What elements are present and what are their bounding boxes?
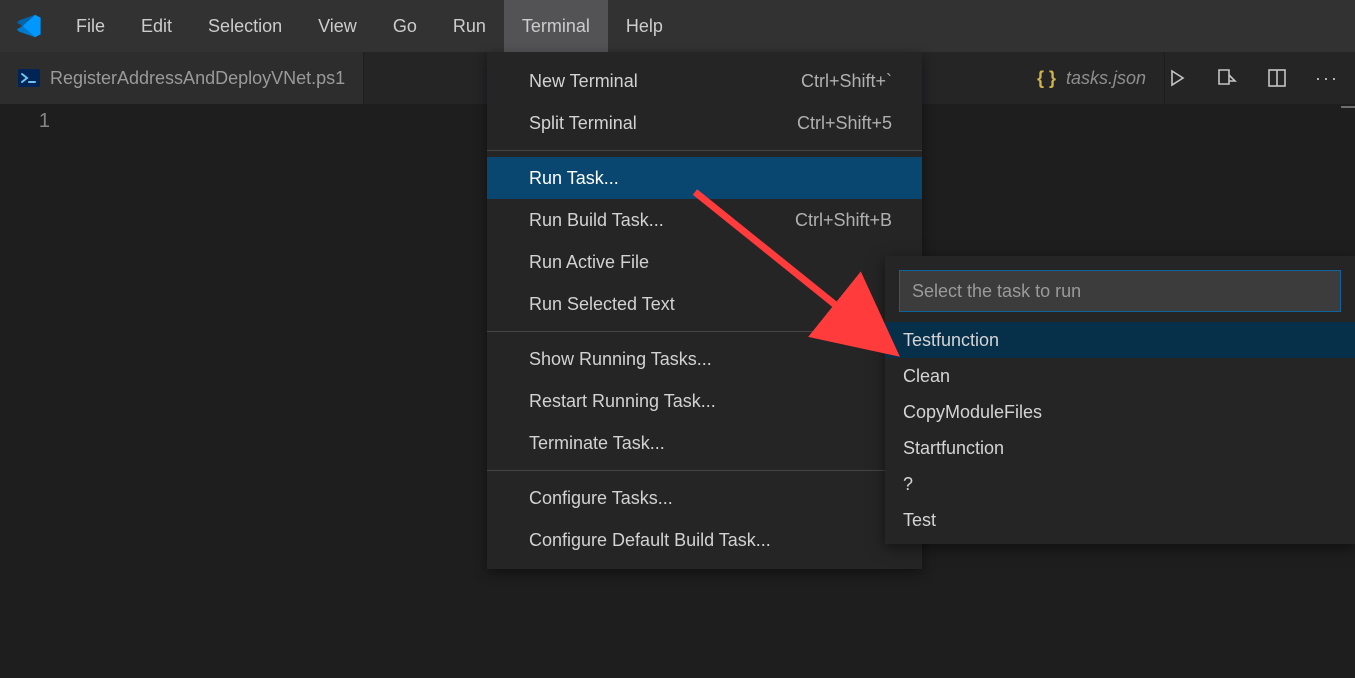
menu-item-shortcut: Ctrl+Shift+B [795, 210, 892, 231]
terminal-menu-item[interactable]: Restart Running Task... [487, 380, 922, 422]
menu-run[interactable]: Run [435, 0, 504, 52]
menu-file[interactable]: File [58, 0, 123, 52]
quick-pick-item[interactable]: Testfunction [885, 322, 1355, 358]
quick-pick-item[interactable]: Test [885, 502, 1355, 538]
line-number: 1 [0, 110, 50, 133]
terminal-menu-item[interactable]: Run Task... [487, 157, 922, 199]
quick-pick-input[interactable] [899, 270, 1341, 312]
menu-item-label: Split Terminal [529, 113, 637, 134]
menu-item-label: Configure Tasks... [529, 488, 673, 509]
terminal-menu-item[interactable]: Split Terminal Ctrl+Shift+5 [487, 102, 922, 144]
quick-pick-item[interactable]: CopyModuleFiles [885, 394, 1355, 430]
terminal-menu-item[interactable]: Run Build Task... Ctrl+Shift+B [487, 199, 922, 241]
terminal-menu-item[interactable]: Show Running Tasks... [487, 338, 922, 380]
menu-item-shortcut: Ctrl+Shift+` [801, 71, 892, 92]
line-number-gutter: 1 [0, 104, 78, 133]
quick-pick-item[interactable]: ? [885, 466, 1355, 502]
json-file-icon: { } [1037, 68, 1056, 89]
scrollbar-marker [1341, 106, 1355, 108]
menu-selection[interactable]: Selection [190, 0, 300, 52]
menu-view[interactable]: View [300, 0, 375, 52]
split-editor-icon[interactable] [1265, 66, 1289, 90]
terminal-menu-item[interactable]: Run Active File [487, 241, 922, 283]
powershell-file-icon [18, 69, 40, 87]
quick-pick-item[interactable]: Clean [885, 358, 1355, 394]
tab-label: RegisterAddressAndDeployVNet.ps1 [50, 68, 345, 89]
terminal-menu-item[interactable]: Terminate Task... [487, 422, 922, 464]
vscode-logo-icon [12, 10, 44, 42]
task-quick-pick: TestfunctionCleanCopyModuleFilesStartfun… [885, 256, 1355, 544]
menu-item-label: Terminate Task... [529, 433, 665, 454]
menu-item-label: Run Task... [529, 168, 619, 189]
menu-go[interactable]: Go [375, 0, 435, 52]
tab-tasks-json[interactable]: { } tasks.json [1023, 52, 1165, 104]
menubar: File Edit Selection View Go Run Terminal… [0, 0, 1355, 52]
menu-separator [487, 331, 922, 332]
terminal-menu-dropdown: New Terminal Ctrl+Shift+` Split Terminal Ct… [487, 52, 922, 569]
menu-item-label: Show Running Tasks... [529, 349, 712, 370]
menu-item-shortcut: Ctrl+Shift+5 [797, 113, 892, 134]
menu-help[interactable]: Help [608, 0, 681, 52]
tab-register-address[interactable]: RegisterAddressAndDeployVNet.ps1 [0, 52, 364, 104]
terminal-menu-item[interactable]: Configure Default Build Task... [487, 519, 922, 561]
menu-item-label: Run Selected Text [529, 294, 675, 315]
menu-item-label: New Terminal [529, 71, 638, 92]
menu-item-label: Run Active File [529, 252, 649, 273]
menu-separator [487, 470, 922, 471]
menu-item-label: Run Build Task... [529, 210, 664, 231]
terminal-menu-item[interactable]: Configure Tasks... [487, 477, 922, 519]
editor-actions: ··· [1165, 52, 1355, 104]
menu-item-label: Configure Default Build Task... [529, 530, 771, 551]
quick-pick-list: TestfunctionCleanCopyModuleFilesStartfun… [885, 322, 1355, 544]
more-actions-icon[interactable]: ··· [1315, 66, 1339, 90]
menu-terminal[interactable]: Terminal [504, 0, 608, 52]
run-icon[interactable] [1165, 66, 1189, 90]
menu-edit[interactable]: Edit [123, 0, 190, 52]
menu-item-label: Restart Running Task... [529, 391, 716, 412]
quick-pick-item[interactable]: Startfunction [885, 430, 1355, 466]
tab-label: tasks.json [1066, 68, 1146, 89]
open-changes-icon[interactable] [1215, 66, 1239, 90]
quick-pick-input-row [899, 270, 1341, 312]
terminal-menu-item[interactable]: New Terminal Ctrl+Shift+` [487, 60, 922, 102]
terminal-menu-item[interactable]: Run Selected Text [487, 283, 922, 325]
menu-separator [487, 150, 922, 151]
